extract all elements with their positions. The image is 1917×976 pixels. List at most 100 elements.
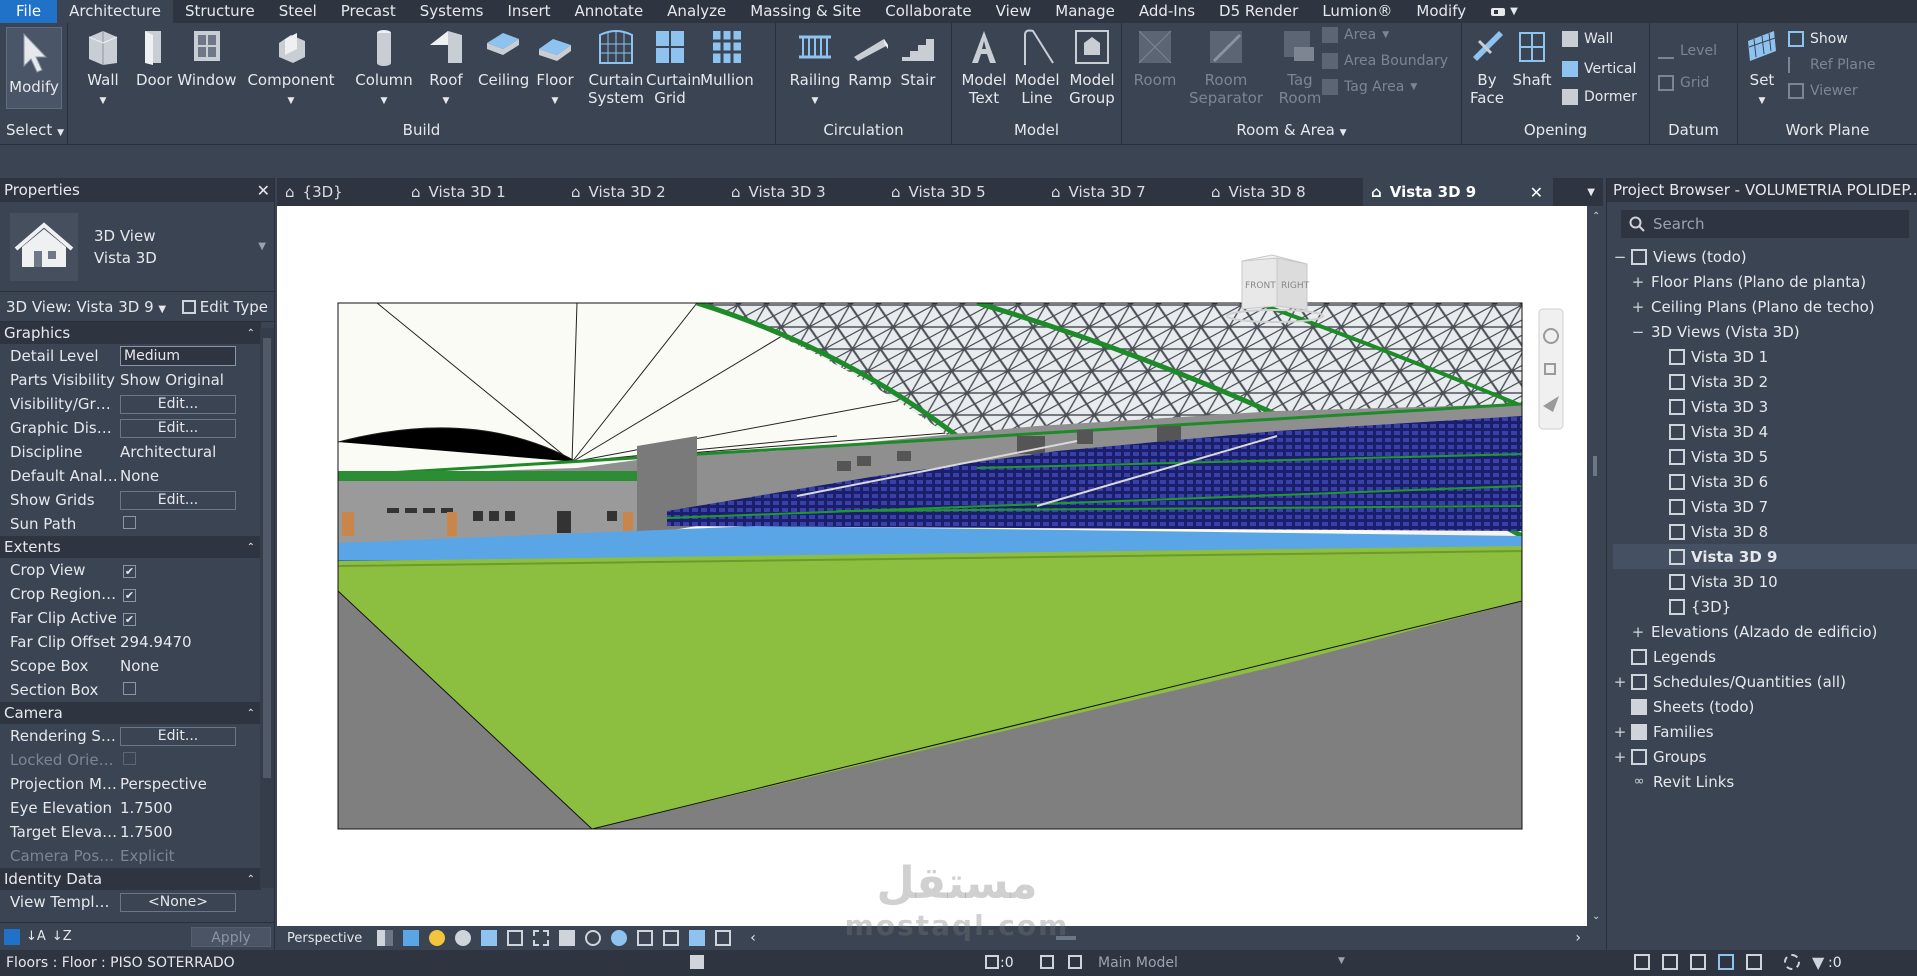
tree-floor-plans[interactable]: + Floor Plans (Plano de planta) xyxy=(1613,269,1917,294)
viewcube-right-label[interactable]: RIGHT xyxy=(1281,281,1310,291)
area-boundary-button[interactable]: Area Boundary xyxy=(1322,53,1448,69)
graphic-display-edit-button[interactable]: Edit... xyxy=(120,419,236,438)
opening-wall-button[interactable]: Wall xyxy=(1562,31,1613,47)
edit-type-button[interactable]: Edit Type xyxy=(181,298,268,316)
scroll-down-icon[interactable]: ⌄ xyxy=(1592,911,1600,922)
scroll-left-icon[interactable]: ‹ xyxy=(750,930,756,946)
menu-d5-render[interactable]: D5 Render xyxy=(1207,0,1310,23)
floor-button[interactable]: Floor ▼ xyxy=(530,27,580,110)
menu-massing-site[interactable]: Massing & Site xyxy=(738,0,873,23)
viewer-button[interactable]: Viewer xyxy=(1788,83,1858,99)
dormer-button[interactable]: Dormer xyxy=(1562,89,1637,105)
set-button[interactable]: Set ▼ xyxy=(1742,27,1782,110)
main-model-label[interactable]: Main Model xyxy=(1098,955,1178,971)
editable-only-icon[interactable] xyxy=(1040,955,1054,969)
crop-view-checkbox[interactable]: ✔ xyxy=(123,565,136,578)
background-process-icon[interactable] xyxy=(1784,954,1800,970)
tree-sheets[interactable]: Sheets (todo) xyxy=(1613,694,1917,719)
show-button[interactable]: Show xyxy=(1788,31,1848,47)
default-analysis-value[interactable]: None xyxy=(118,467,236,485)
instance-dropdown[interactable]: 3D View: Vista 3D 9 ▼ xyxy=(6,298,166,316)
menu-modify[interactable]: Modify xyxy=(1404,0,1478,23)
show-crop-region-icon[interactable] xyxy=(533,930,550,946)
parts-visibility-value[interactable]: Show Original xyxy=(118,371,236,389)
far-clip-offset-value[interactable]: 294.9470 xyxy=(118,633,236,651)
projection-mode-value[interactable]: Perspective xyxy=(118,775,236,793)
tree-legends[interactable]: Legends xyxy=(1613,644,1917,669)
filter-icon[interactable]: ▼ xyxy=(1812,953,1824,972)
scroll-right-icon[interactable]: › xyxy=(1575,930,1581,946)
tree-3d-view-item[interactable]: Vista 3D 7 xyxy=(1613,494,1917,519)
tree-elevations[interactable]: + Elevations (Alzado de edificio) xyxy=(1613,619,1917,644)
room-button[interactable]: Room xyxy=(1130,27,1180,89)
shadows-icon[interactable] xyxy=(455,930,472,946)
browser-search[interactable]: Search xyxy=(1621,210,1909,238)
ribbon-toggle-dropdown[interactable]: ▼ xyxy=(1478,0,1530,23)
drawing-area[interactable]: FRONT RIGHT xyxy=(277,206,1587,926)
viewcube-front-label[interactable]: FRONT xyxy=(1245,281,1276,291)
tree-3d-view-item[interactable]: {3D} xyxy=(1613,594,1917,619)
tree-3d-view-item[interactable]: Vista 3D 9 xyxy=(1613,544,1917,569)
far-clip-active-checkbox[interactable]: ✔ xyxy=(123,613,136,626)
menu-systems[interactable]: Systems xyxy=(408,0,496,23)
canvas-vertical-scrollbar[interactable]: ⌃ ⌄ xyxy=(1587,206,1603,926)
sun-path-checkbox[interactable] xyxy=(123,516,136,529)
tree-families[interactable]: + Families xyxy=(1613,719,1917,744)
menu-add-ins[interactable]: Add-Ins xyxy=(1127,0,1207,23)
modify-button[interactable]: Modify xyxy=(6,27,62,109)
rendering-settings-edit-button[interactable]: Edit... xyxy=(120,727,236,746)
tab-vista-3d-5[interactable]: ⌂ Vista 3D 5 xyxy=(883,178,1043,206)
tag-room-button[interactable]: Tag Room xyxy=(1272,27,1328,107)
unlocked-3d-view-icon[interactable] xyxy=(559,930,576,946)
window-button[interactable]: Window xyxy=(176,27,238,89)
vertical-button[interactable]: Vertical xyxy=(1562,61,1636,77)
model-text-button[interactable]: Model Text xyxy=(958,27,1010,107)
tag-area-button[interactable]: Tag Area ▼ xyxy=(1322,79,1417,95)
room-separator-button[interactable]: Room Separator xyxy=(1186,27,1266,107)
scroll-up-icon[interactable]: ⌃ xyxy=(1592,211,1600,222)
tree-3d-view-item[interactable]: Vista 3D 4 xyxy=(1613,419,1917,444)
area-button[interactable]: Area ▼ xyxy=(1322,27,1389,43)
curtain-system-button[interactable]: Curtain System xyxy=(588,27,644,107)
show-analytical-model-icon[interactable] xyxy=(663,930,680,946)
roof-button[interactable]: Roof ▼ xyxy=(422,27,470,110)
tab-vista-3d-2[interactable]: ⌂ Vista 3D 2 xyxy=(563,178,723,206)
exclude-options-icon[interactable] xyxy=(1068,955,1082,969)
shaft-button[interactable]: Shaft xyxy=(1510,27,1554,89)
visual-style-icon[interactable] xyxy=(403,930,420,946)
group-identity[interactable]: Identity Data ⌃ xyxy=(0,868,261,890)
view-template-button[interactable]: <None> xyxy=(120,893,236,912)
grid-button[interactable]: Grid xyxy=(1658,75,1709,91)
highlight-displacement-icon[interactable] xyxy=(689,930,706,946)
sun-path-icon[interactable] xyxy=(429,930,446,946)
door-button[interactable]: Door xyxy=(132,27,176,89)
apply-button[interactable]: Apply xyxy=(191,926,271,947)
menu-collaborate[interactable]: Collaborate xyxy=(873,0,983,23)
mullion-button[interactable]: Mullion xyxy=(698,27,756,89)
design-options-icon[interactable] xyxy=(985,955,999,969)
by-face-button[interactable]: By Face xyxy=(1466,27,1508,107)
menu-lumion[interactable]: Lumion® xyxy=(1310,0,1404,23)
ceiling-button[interactable]: Ceiling xyxy=(478,27,529,89)
ramp-button[interactable]: Ramp xyxy=(848,27,892,89)
render-icon[interactable] xyxy=(481,930,498,946)
collapse-icon[interactable]: − xyxy=(1631,323,1645,341)
tree-3d-view-item[interactable]: Vista 3D 2 xyxy=(1613,369,1917,394)
tab-vista-3d-3[interactable]: ⌂ Vista 3D 3 xyxy=(723,178,883,206)
tab-vista-3d-1[interactable]: ⌂ Vista 3D 1 xyxy=(403,178,563,206)
worksets-icon[interactable] xyxy=(690,955,704,969)
tree-3d-view-item[interactable]: Vista 3D 6 xyxy=(1613,469,1917,494)
reveal-constraints-icon[interactable] xyxy=(715,930,732,946)
tab-vista-3d-9[interactable]: ⌂ Vista 3D 9 ✕ xyxy=(1363,178,1553,206)
menu-structure[interactable]: Structure xyxy=(173,0,267,23)
menu-precast[interactable]: Precast xyxy=(329,0,408,23)
detail-level-icon[interactable] xyxy=(377,930,394,946)
sort-descending-icon[interactable]: ↓Z xyxy=(52,929,72,944)
menu-manage[interactable]: Manage xyxy=(1043,0,1127,23)
select-by-face-icon[interactable] xyxy=(1718,954,1734,970)
sort-ascending-icon[interactable]: ↓A xyxy=(26,929,46,944)
menu-architecture[interactable]: Architecture xyxy=(57,0,173,23)
expand-icon[interactable]: + xyxy=(1613,673,1627,691)
close-icon[interactable]: ✕ xyxy=(257,181,270,200)
stair-button[interactable]: Stair xyxy=(896,27,940,89)
